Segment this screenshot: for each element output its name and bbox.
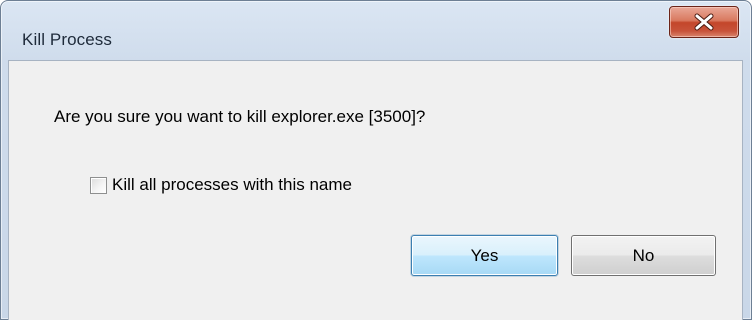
dialog-body: Are you sure you want to kill explorer.e… <box>8 60 743 320</box>
kill-all-checkbox-row[interactable]: Kill all processes with this name <box>90 174 352 196</box>
title-bar[interactable]: Kill Process <box>0 0 752 60</box>
dialog-title: Kill Process <box>22 30 113 49</box>
no-button[interactable]: No <box>571 235 716 276</box>
confirmation-message: Are you sure you want to kill explorer.e… <box>54 107 426 126</box>
close-button[interactable] <box>669 6 739 38</box>
kill-process-dialog: Kill Process Are you sure you want to ki… <box>0 0 752 320</box>
kill-all-checkbox[interactable] <box>90 176 107 194</box>
close-icon <box>694 13 714 31</box>
kill-all-checkbox-label[interactable]: Kill all processes with this name <box>112 175 352 195</box>
yes-button[interactable]: Yes <box>411 235 558 276</box>
